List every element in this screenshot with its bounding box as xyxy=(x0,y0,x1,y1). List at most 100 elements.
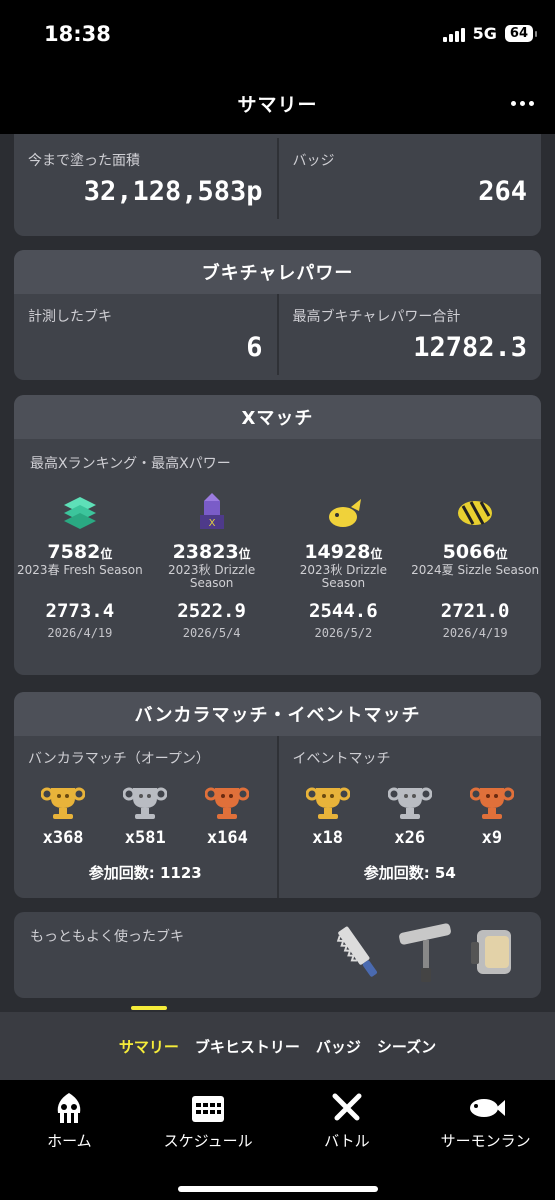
network-type: 5G xyxy=(472,24,497,43)
painted-area-value: 32,128,583p xyxy=(83,176,263,207)
dot-icon xyxy=(528,100,534,106)
weapon-power-card: ブキチャレパワー 計測したブキ 6 最高ブキチャレパワー合計 12782.3 xyxy=(14,250,541,380)
x-match-card[interactable]: Xマッチ 最高Xランキング・最高Xパワー 7582位 2023春 Fresh S… xyxy=(14,395,541,675)
weapon-power-title: ブキチャレパワー xyxy=(14,250,541,294)
bronze-trophy-icon xyxy=(204,787,250,819)
badge-count-cell: バッジ 264 xyxy=(276,138,542,219)
anarchy-event-title: バンカラマッチ・イベントマッチ xyxy=(14,692,541,736)
dot-icon xyxy=(519,100,525,106)
calendar-icon xyxy=(148,1090,268,1126)
x-rank-value: 5066 xyxy=(442,541,496,563)
x-power-date: 2026/4/19 xyxy=(47,626,113,640)
splatling-weapon-icon xyxy=(471,930,511,974)
badge-count-label: バッジ xyxy=(292,153,335,169)
x-rank-value: 14928 xyxy=(304,541,371,563)
x-season-name: 2023春 Fresh Season xyxy=(17,563,143,577)
dot-icon xyxy=(510,100,516,106)
painted-area-cell: 今まで塗った面積 32,128,583p xyxy=(14,138,277,219)
x-power-value: 2544.6 xyxy=(309,600,378,622)
bronze-count: x164 xyxy=(206,828,248,848)
nav-home[interactable]: ホーム xyxy=(9,1090,129,1200)
gold-trophy-icon xyxy=(305,787,351,819)
bronze-trophy: x9 xyxy=(462,784,522,848)
anarchy-participation: 参加回数: 1123 xyxy=(88,864,202,882)
anarchy-event-card[interactable]: バンカラマッチ・イベントマッチ バンカラマッチ（オープン） x368 x581 … xyxy=(14,692,541,898)
more-options-button[interactable] xyxy=(507,88,537,118)
drizzle-fish-icon xyxy=(278,487,410,539)
svg-text:X: X xyxy=(208,518,215,529)
salmon-icon xyxy=(426,1090,546,1126)
nav-schedule-label: スケジュール xyxy=(163,1132,253,1150)
app-header: サマリー xyxy=(0,72,555,134)
weapon-icons xyxy=(331,922,519,984)
page-title: サマリー xyxy=(237,93,318,116)
x-power-value: 2721.0 xyxy=(440,600,510,622)
status-bar: 18:38 5G 64 xyxy=(0,0,555,72)
silver-count: x26 xyxy=(394,828,426,848)
x-entry: 14928位 2023秋 Drizzle Season 2544.6 2026/… xyxy=(278,487,410,640)
x-power-date: 2026/4/19 xyxy=(442,626,508,640)
gold-trophy: x368 xyxy=(33,784,93,848)
x-rank-value: 7582 xyxy=(47,541,101,563)
x-power-value: 2522.9 xyxy=(177,600,246,622)
bronze-trophy: x164 xyxy=(197,784,257,848)
nav-battle[interactable]: バトル xyxy=(287,1090,407,1200)
x-match-title: Xマッチ xyxy=(14,395,541,439)
summary-scroll-area[interactable]: 今まで塗った面積 32,128,583p バッジ 264 ブキチャレパワー 計測… xyxy=(0,134,555,1012)
bottom-navigation: ホーム スケジュール バトル サーモンラン xyxy=(0,1080,555,1200)
crossed-swords-icon xyxy=(287,1090,407,1126)
stats-card: 今まで塗った面積 32,128,583p バッジ 264 xyxy=(14,134,541,236)
measured-weapons-value: 6 xyxy=(246,332,263,363)
home-indicator xyxy=(178,1186,378,1192)
measured-weapons-label: 計測したブキ xyxy=(28,309,112,325)
nav-schedule[interactable]: スケジュール xyxy=(148,1090,268,1200)
x-match-sub-label: 最高Xランキング・最高Xパワー xyxy=(30,456,231,472)
silver-trophy-icon xyxy=(387,787,433,819)
gold-count: x18 xyxy=(312,828,343,848)
rank-unit: 位 xyxy=(370,547,383,561)
x-season-name: 2023秋 Drizzle Season xyxy=(168,563,256,590)
tab-badges[interactable]: バッジ xyxy=(316,1032,361,1061)
badge-count-value: 264 xyxy=(478,176,527,207)
rank-unit: 位 xyxy=(100,547,113,561)
status-time: 18:38 xyxy=(44,22,111,46)
gold-trophy: x18 xyxy=(298,784,358,848)
x-match-grid: 7582位 2023春 Fresh Season 2773.4 2026/4/1… xyxy=(14,487,541,640)
sizzle-season-icon xyxy=(409,487,541,539)
squid-home-icon xyxy=(9,1090,129,1126)
x-season-name: 2024夏 Sizzle Season xyxy=(411,563,540,577)
bronze-trophy-icon xyxy=(469,787,515,819)
max-power-value: 12782.3 xyxy=(413,332,527,363)
x-entry: X 23823位 2023秋 Drizzle Season 2522.9 202… xyxy=(146,487,278,640)
status-indicators: 5G 64 xyxy=(442,24,538,43)
nav-salmon-run[interactable]: サーモンラン xyxy=(426,1090,546,1200)
silver-trophy: x26 xyxy=(380,784,440,848)
gold-trophy-icon xyxy=(40,787,86,819)
painted-area-label: 今まで塗った面積 xyxy=(28,153,140,169)
tab-season[interactable]: シーズン xyxy=(377,1032,436,1061)
event-match-label: イベントマッチ xyxy=(292,751,391,767)
x-entry: 5066位 2024夏 Sizzle Season 2721.0 2026/4/… xyxy=(409,487,541,640)
max-power-cell: 最高ブキチャレパワー合計 12782.3 xyxy=(276,294,542,375)
anarchy-open-cell: バンカラマッチ（オープン） x368 x581 x164 参加回数: 1123 xyxy=(14,736,277,898)
silver-trophy-icon xyxy=(122,787,168,819)
rank-unit: 位 xyxy=(495,547,508,561)
tab-summary[interactable]: サマリー xyxy=(119,1032,179,1061)
fresh-season-icon xyxy=(14,487,146,539)
roller-weapon-icon xyxy=(399,923,451,982)
summary-tabs: サマリー ブキヒストリー バッジ シーズン xyxy=(0,1012,555,1080)
most-used-weapons-card[interactable]: もっともよく使ったブキ xyxy=(14,912,541,998)
chainsaw-weapon-icon xyxy=(336,926,377,977)
gold-count: x368 xyxy=(42,828,84,848)
most-used-weapons-label: もっともよく使ったブキ xyxy=(30,929,184,945)
nav-battle-label: バトル xyxy=(324,1132,370,1150)
bronze-count: x9 xyxy=(481,828,503,848)
event-participation: 参加回数: 54 xyxy=(363,864,456,882)
event-match-cell: イベントマッチ x18 x26 x9 参加回数: 54 xyxy=(276,736,542,898)
tab-weapon-history[interactable]: ブキヒストリー xyxy=(195,1032,300,1061)
rank-unit: 位 xyxy=(238,547,251,561)
x-power-value: 2773.4 xyxy=(45,600,115,622)
drizzle-tower-icon: X xyxy=(146,487,278,539)
silver-trophy: x581 xyxy=(115,784,175,848)
x-rank-value: 23823 xyxy=(172,541,239,563)
